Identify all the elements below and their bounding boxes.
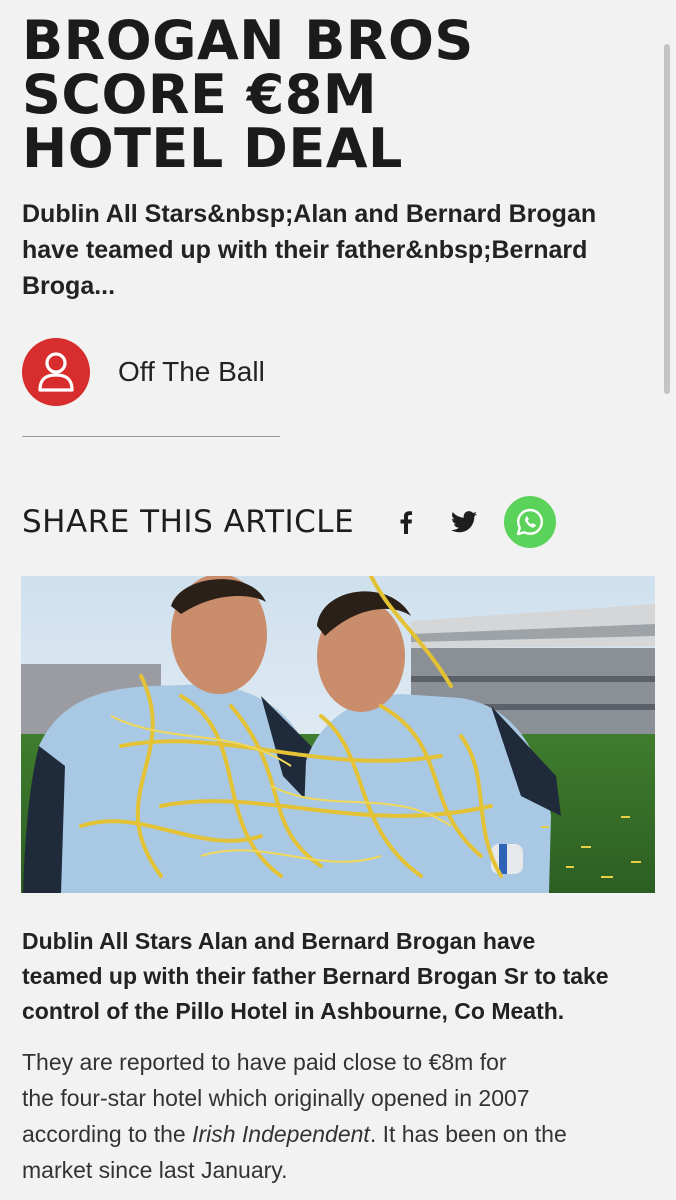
whatsapp-icon (516, 508, 544, 536)
twitter-icon (451, 511, 478, 533)
headline-line: SCORE €8M (22, 63, 378, 126)
body-line: the four-star hotel which originally ope… (22, 1085, 530, 1111)
whatsapp-share-button[interactable] (504, 496, 557, 548)
article-standfirst: Dublin All Stars&nbsp;Alan and Bernard B… (22, 196, 642, 304)
source-name: Irish Independent (192, 1121, 370, 1147)
lead-line: control of the Pillo Hotel in Ashbourne,… (22, 998, 565, 1024)
article-headline: BROGAN BROS SCORE €8M HOTEL DEAL (22, 14, 652, 176)
standfirst-line: Broga... (22, 272, 116, 300)
headline-line: HOTEL DEAL (22, 117, 403, 180)
user-icon (38, 352, 74, 392)
article-lead: Dublin All Stars Alan and Bernard Brogan… (22, 924, 652, 1029)
body-text: . It has been on the (369, 1121, 567, 1147)
lead-line: Dublin All Stars Alan and Bernard Brogan… (22, 928, 536, 954)
author-name[interactable]: Off The Ball (118, 356, 265, 388)
twitter-share-button[interactable] (446, 504, 482, 540)
facebook-share-button[interactable] (388, 504, 424, 540)
share-bar: SHARE THIS ARTICLE (22, 494, 622, 550)
article-photo (21, 576, 655, 893)
body-line: They are reported to have paid close to … (22, 1049, 507, 1075)
share-title: SHARE THIS ARTICLE (22, 504, 355, 540)
standfirst-line: Dublin All Stars&nbsp;Alan and Bernard B… (22, 200, 597, 228)
author-byline[interactable]: Off The Ball (22, 338, 265, 406)
standfirst-line: have teamed up with their father&nbsp;Be… (22, 236, 588, 264)
article-body-paragraph: They are reported to have paid close to … (22, 1044, 652, 1188)
scrollbar[interactable] (664, 44, 670, 394)
lead-line: teamed up with their father Bernard Brog… (22, 963, 609, 989)
body-line: market since last January. (22, 1157, 288, 1183)
facebook-icon (400, 511, 413, 534)
headline-line: BROGAN BROS (22, 9, 474, 72)
avatar[interactable] (22, 338, 90, 406)
body-text: according to the (22, 1121, 193, 1147)
author-divider (22, 436, 280, 437)
body-line: according to the Irish Independent. It h… (22, 1116, 652, 1152)
